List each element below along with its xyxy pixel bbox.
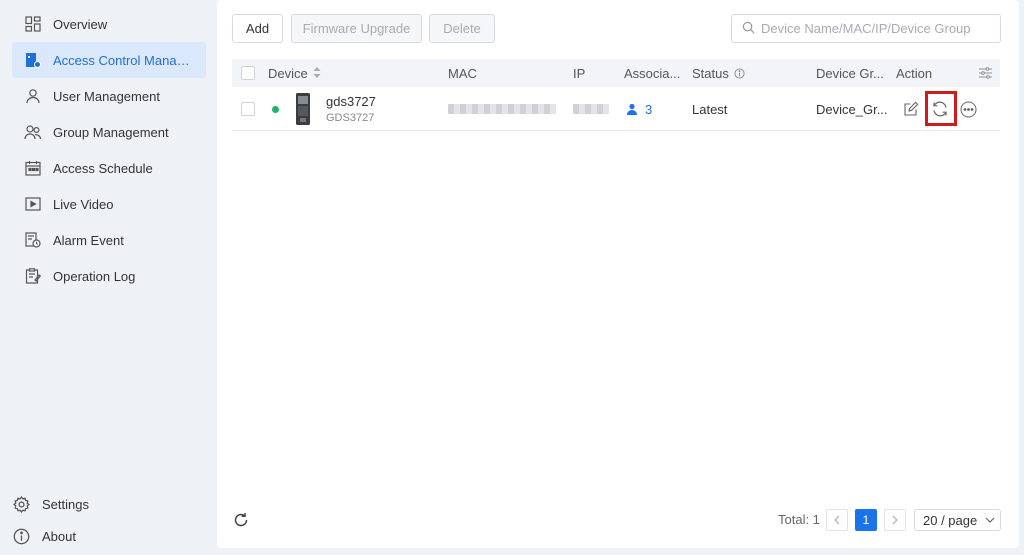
sidebar-item-label: Group Management	[53, 124, 169, 140]
associated-count: 3	[645, 101, 653, 117]
sidebar-item-group-management[interactable]: Group Management	[12, 114, 206, 150]
column-device-group: Device Gr...	[816, 65, 884, 81]
next-page-button[interactable]	[884, 509, 906, 531]
column-status: Status	[692, 59, 745, 87]
select-all-checkbox[interactable]	[241, 66, 255, 80]
sidebar-item-label: User Management	[53, 88, 160, 104]
sidebar-item-label: Live Video	[53, 196, 114, 212]
delete-button[interactable]: Delete	[429, 14, 495, 43]
device-name[interactable]: gds3727	[326, 94, 376, 109]
video-icon	[24, 195, 42, 213]
page-size-value: 20 / page	[923, 512, 978, 528]
search-icon	[742, 21, 755, 37]
device-model: GDS3727	[326, 112, 375, 124]
associated-users[interactable]: 3	[626, 87, 652, 131]
sidebar-item-label: Alarm Event	[53, 232, 124, 248]
sidebar: Overview Access Control Manag... User Ma…	[0, 0, 217, 555]
sidebar-item-label: Access Schedule	[53, 160, 153, 176]
sidebar-item-live-video[interactable]: Live Video	[12, 186, 206, 222]
sidebar-item-operation-log[interactable]: Operation Log	[12, 258, 206, 294]
group-icon	[24, 123, 42, 141]
page-size-select[interactable]: 20 / page	[914, 509, 1001, 531]
sidebar-item-access-control[interactable]: Access Control Manag...	[12, 42, 206, 78]
log-icon	[24, 267, 42, 285]
column-status-label: Status	[692, 65, 729, 81]
sidebar-item-label: Overview	[53, 16, 108, 32]
alarm-icon	[24, 231, 42, 249]
overview-icon	[24, 15, 42, 33]
online-status-dot	[272, 105, 279, 113]
chevron-down-icon	[985, 517, 995, 523]
prev-page-button[interactable]	[826, 509, 848, 531]
refresh-icon[interactable]	[233, 512, 251, 530]
sidebar-item-label: Access Control Manag...	[53, 52, 193, 68]
mac-value-blurred	[448, 87, 556, 131]
search-box[interactable]	[731, 14, 1001, 43]
settings-label: Settings	[42, 496, 89, 512]
sidebar-item-overview[interactable]: Overview	[12, 6, 206, 42]
column-settings-icon[interactable]	[979, 59, 992, 87]
calendar-icon	[24, 159, 42, 177]
user-icon	[24, 87, 42, 105]
info-icon	[12, 527, 30, 545]
user-icon	[626, 103, 638, 115]
more-options-icon[interactable]	[960, 87, 977, 131]
ip-value-blurred	[573, 87, 609, 131]
status-value: Latest	[692, 101, 728, 117]
device-thumbnail	[295, 87, 311, 131]
main-panel: Add Firmware Upgrade Delete Device MAC I…	[217, 0, 1019, 548]
add-button[interactable]: Add	[232, 14, 283, 43]
edit-icon[interactable]	[903, 87, 919, 131]
table-header: Device MAC IP Associa... Status Device G…	[232, 59, 1000, 87]
column-associated: Associa...	[624, 65, 681, 81]
about-link[interactable]: About	[12, 522, 162, 550]
sidebar-item-label: Operation Log	[53, 268, 136, 284]
table-row[interactable]: gds3727 GDS3727 3 Latest Device_Gr...	[232, 87, 1000, 131]
access-control-icon	[24, 51, 42, 69]
total-count: Total: 1	[778, 512, 820, 527]
sidebar-item-alarm-event[interactable]: Alarm Event	[12, 222, 206, 258]
gear-icon	[12, 495, 30, 513]
sort-icon[interactable]	[313, 66, 321, 81]
info-icon[interactable]	[734, 67, 745, 79]
column-mac: MAC	[448, 65, 477, 81]
column-device[interactable]: Device	[268, 59, 321, 87]
device-group-value: Device_Gr...	[816, 101, 888, 117]
settings-link[interactable]: Settings	[12, 490, 162, 518]
row-checkbox[interactable]	[241, 102, 255, 116]
column-ip: IP	[573, 65, 586, 81]
highlight-box	[925, 91, 957, 126]
column-device-label: Device	[268, 65, 308, 81]
page-1-button[interactable]: 1	[855, 509, 877, 531]
about-label: About	[42, 528, 76, 544]
search-input[interactable]	[761, 21, 991, 36]
sidebar-item-access-schedule[interactable]: Access Schedule	[12, 150, 206, 186]
sidebar-item-user-management[interactable]: User Management	[12, 78, 206, 114]
firmware-upgrade-button[interactable]: Firmware Upgrade	[291, 14, 422, 43]
column-action: Action	[896, 65, 933, 81]
